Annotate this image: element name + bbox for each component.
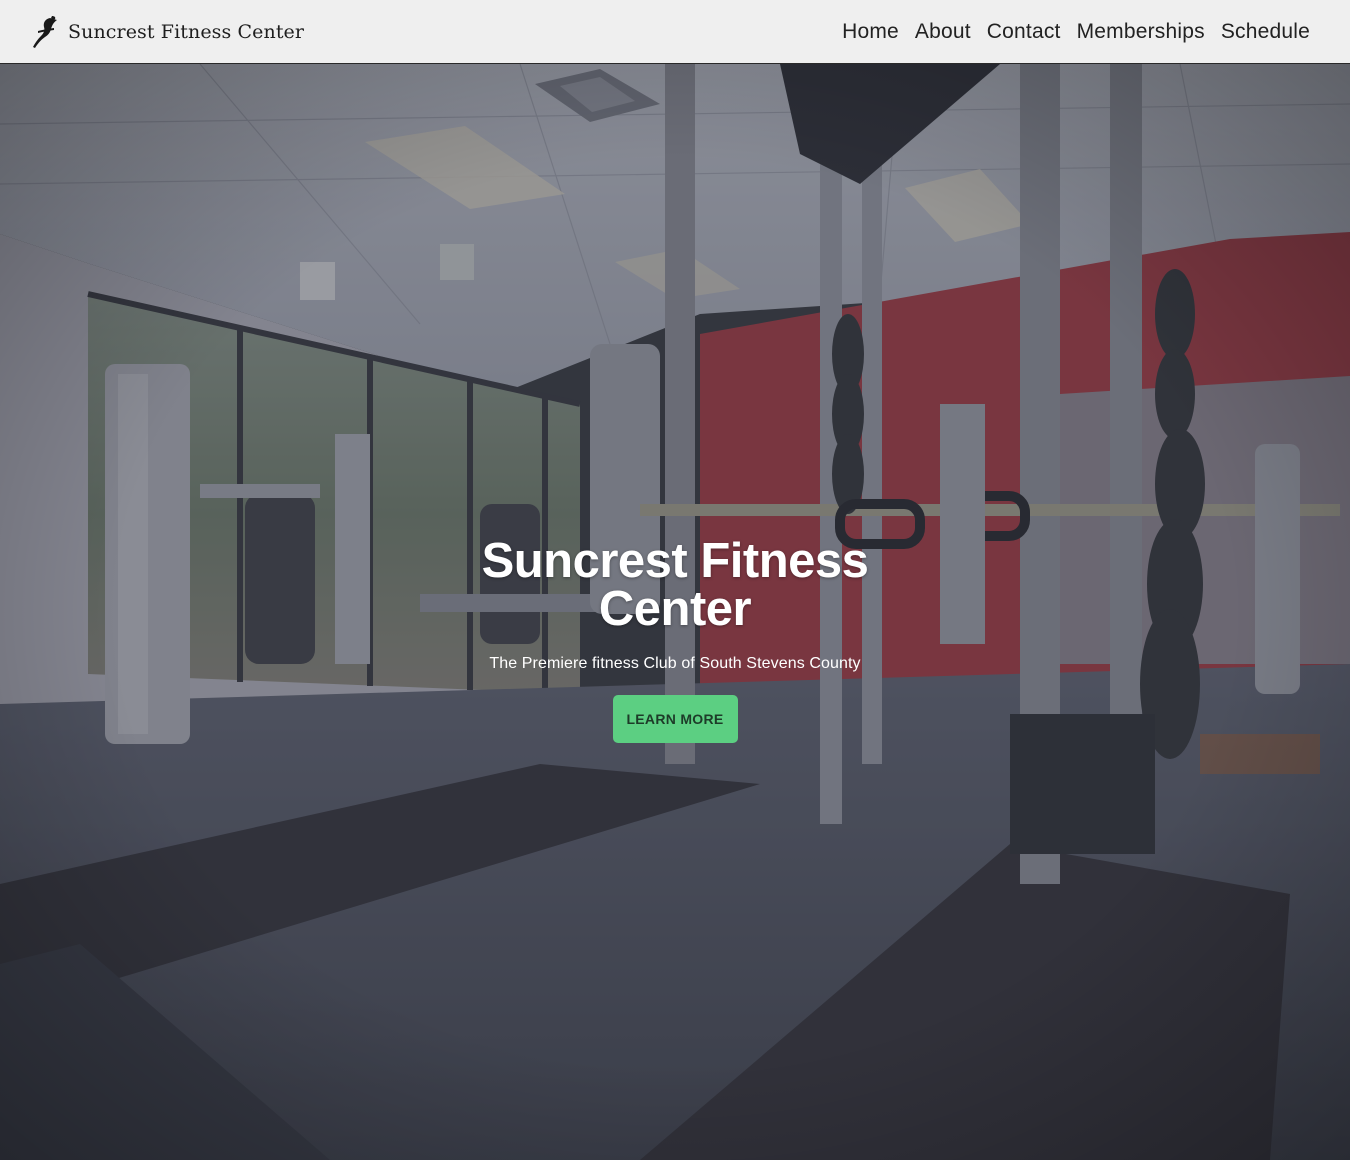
hero-title: Suncrest Fitness Center: [481, 534, 869, 636]
nav-memberships-link[interactable]: Memberships: [1077, 20, 1205, 44]
nav-about-link[interactable]: About: [915, 20, 971, 44]
hero-content: Suncrest Fitness Center The Premiere fit…: [0, 537, 1350, 743]
hero-section: Suncrest Fitness Center The Premiere fit…: [0, 64, 1350, 1160]
brand-home-link[interactable]: Suncrest Fitness Center: [30, 15, 304, 49]
brand-name: Suncrest Fitness Center: [68, 20, 305, 43]
hero-subtitle: The Premiere fitness Club of South Steve…: [489, 655, 861, 672]
nav-home-link[interactable]: Home: [842, 20, 899, 44]
nav-schedule-link[interactable]: Schedule: [1221, 20, 1310, 44]
main-nav: Home About Contact Memberships Schedule: [842, 20, 1310, 44]
learn-more-button[interactable]: LEARN MORE: [612, 695, 738, 743]
top-navbar: Suncrest Fitness Center Home About Conta…: [0, 0, 1350, 64]
nav-contact-link[interactable]: Contact: [987, 20, 1061, 44]
runner-logo-icon: [33, 15, 57, 48]
